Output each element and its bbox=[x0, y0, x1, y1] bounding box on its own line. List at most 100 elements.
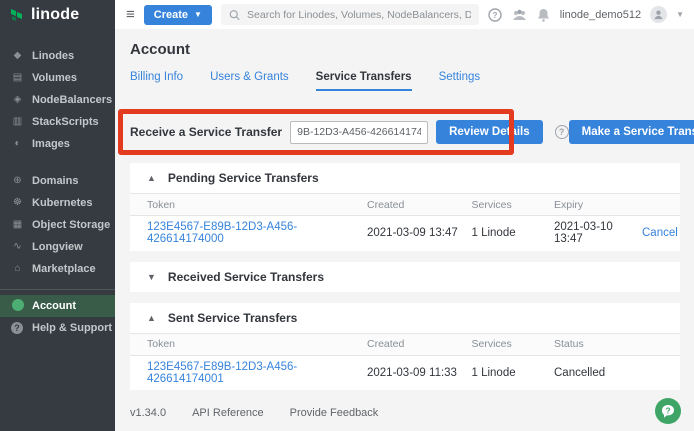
tab-users-grants[interactable]: Users & Grants bbox=[210, 71, 289, 91]
transfer-token-input[interactable] bbox=[290, 121, 428, 144]
sidebar: linode ◆ Linodes ▤ Volumes ◈ NodeBalance… bbox=[0, 0, 115, 431]
linode-cloud-manager: linode ◆ Linodes ▤ Volumes ◈ NodeBalance… bbox=[0, 0, 694, 431]
volumes-icon: ▤ bbox=[11, 73, 24, 83]
cancel-link[interactable]: Cancel bbox=[642, 227, 678, 239]
nodebalancers-icon: ◈ bbox=[11, 95, 24, 105]
help-icon[interactable]: ? bbox=[488, 7, 503, 22]
sidebar-item-label: Account bbox=[32, 300, 76, 312]
sidebar-item-marketplace[interactable]: ⌂ Marketplace bbox=[0, 258, 115, 280]
app-version: v1.34.0 bbox=[130, 407, 166, 419]
table-row: 123E4567-E89B-12D3-A456-426614174001 202… bbox=[130, 355, 680, 390]
sidebar-item-linodes[interactable]: ◆ Linodes bbox=[0, 45, 115, 67]
longview-icon: ∿ bbox=[11, 242, 24, 252]
account-tabs: Billing Info Users & Grants Service Tran… bbox=[130, 71, 680, 91]
expiry-cell: 2021-03-10 13:47 bbox=[548, 216, 636, 251]
sidebar-item-label: Kubernetes bbox=[32, 197, 93, 209]
nav-group-services: ⊕ Domains ☸ Kubernetes ▦ Object Storage … bbox=[0, 170, 115, 280]
chevron-down-icon[interactable]: ▼ bbox=[676, 10, 684, 19]
transfer-actions-row: Receive a Service Transfer Review Detail… bbox=[130, 120, 680, 144]
sidebar-item-label: Domains bbox=[32, 175, 78, 187]
sent-transfers-table: Token Created Services Status 123E4567-E… bbox=[130, 333, 680, 391]
svg-text:?: ? bbox=[493, 10, 498, 19]
section-title: Sent Service Transfers bbox=[168, 311, 297, 325]
stackscripts-icon: ▥ bbox=[11, 117, 24, 127]
account-page: Account Billing Info Users & Grants Serv… bbox=[115, 29, 694, 431]
provide-feedback-link[interactable]: Provide Feedback bbox=[290, 407, 379, 419]
table-header-row: Token Created Services Status bbox=[130, 333, 680, 355]
sidebar-item-nodebalancers[interactable]: ◈ NodeBalancers bbox=[0, 89, 115, 111]
support-chat-button[interactable]: ? bbox=[655, 398, 681, 424]
transfer-token-link[interactable]: 123E4567-E89B-12D3-A456-426614174001 bbox=[147, 361, 297, 385]
table-row: 123E4567-E89B-12D3-A456-426614174000 202… bbox=[130, 216, 680, 251]
sidebar-item-stackscripts[interactable]: ▥ StackScripts bbox=[0, 111, 115, 133]
column-header-created: Created bbox=[361, 333, 466, 355]
sidebar-item-object-storage[interactable]: ▦ Object Storage bbox=[0, 214, 115, 236]
services-cell: 1 Linode bbox=[466, 355, 549, 390]
chevron-up-icon: ▲ bbox=[147, 313, 156, 323]
column-header-token: Token bbox=[130, 194, 361, 216]
chevron-up-icon: ▲ bbox=[147, 173, 156, 183]
column-header-expiry: Expiry bbox=[548, 194, 636, 216]
api-reference-link[interactable]: API Reference bbox=[192, 407, 264, 419]
linode-logo[interactable]: linode bbox=[0, 0, 115, 30]
sidebar-item-label: Volumes bbox=[32, 72, 77, 84]
column-header-actions bbox=[636, 333, 680, 355]
search-input[interactable] bbox=[247, 9, 471, 21]
review-details-button[interactable]: Review Details bbox=[436, 120, 543, 144]
chat-help-icon: ? bbox=[660, 403, 676, 419]
sidebar-item-volumes[interactable]: ▤ Volumes bbox=[0, 67, 115, 89]
sidebar-item-help-support[interactable]: ? Help & Support bbox=[0, 317, 115, 339]
sidebar-item-images[interactable]: ◐ Images bbox=[0, 133, 115, 155]
object-storage-icon: ▦ bbox=[11, 220, 24, 230]
nav-group-compute: ◆ Linodes ▤ Volumes ◈ NodeBalancers ▥ St… bbox=[0, 45, 115, 155]
linodes-icon: ◆ bbox=[11, 51, 24, 61]
column-header-services: Services bbox=[466, 333, 549, 355]
sidebar-item-longview[interactable]: ∿ Longview bbox=[0, 236, 115, 258]
marketplace-icon: ⌂ bbox=[11, 264, 24, 274]
section-title: Received Service Transfers bbox=[168, 270, 324, 284]
create-button[interactable]: Create ▼ bbox=[144, 5, 212, 25]
pending-transfers-table: Token Created Services Expiry 123E4567-E… bbox=[130, 193, 680, 251]
receive-transfer-label: Receive a Service Transfer bbox=[130, 125, 282, 139]
received-transfers-header[interactable]: ▼ Received Service Transfers bbox=[130, 262, 680, 292]
chevron-down-icon: ▼ bbox=[194, 10, 202, 19]
username[interactable]: linode_demo512 bbox=[560, 9, 641, 21]
logo-text: linode bbox=[31, 6, 79, 24]
pending-transfers-header[interactable]: ▲ Pending Service Transfers bbox=[130, 163, 680, 193]
column-header-services: Services bbox=[466, 194, 549, 216]
receive-transfer-group: Receive a Service Transfer Review Detail… bbox=[130, 120, 569, 144]
svg-text:?: ? bbox=[665, 405, 670, 415]
domains-icon: ⊕ bbox=[11, 176, 24, 186]
account-icon bbox=[11, 299, 24, 314]
table-header-row: Token Created Services Expiry bbox=[130, 194, 680, 216]
community-icon[interactable] bbox=[512, 7, 527, 22]
sidebar-item-domains[interactable]: ⊕ Domains bbox=[0, 170, 115, 192]
sidebar-item-account[interactable]: Account bbox=[0, 295, 115, 317]
menu-icon[interactable]: ≡ bbox=[126, 7, 135, 22]
kubernetes-icon: ☸ bbox=[11, 198, 24, 208]
sidebar-item-label: Help & Support bbox=[32, 322, 112, 334]
make-service-transfer-button[interactable]: Make a Service Transfer bbox=[569, 120, 694, 144]
images-icon: ◐ bbox=[11, 139, 24, 149]
page-footer: v1.34.0 API Reference Provide Feedback bbox=[130, 407, 680, 419]
global-search[interactable] bbox=[221, 4, 479, 25]
column-header-actions bbox=[636, 194, 680, 216]
help-icon: ? bbox=[11, 322, 24, 334]
sidebar-item-label: NodeBalancers bbox=[32, 94, 112, 106]
tab-settings[interactable]: Settings bbox=[439, 71, 481, 91]
tab-service-transfers[interactable]: Service Transfers bbox=[316, 71, 412, 91]
sidebar-item-label: Marketplace bbox=[32, 263, 96, 275]
help-tooltip-icon[interactable]: ? bbox=[555, 125, 569, 139]
avatar[interactable] bbox=[650, 6, 667, 23]
nav-group-account: Account ? Help & Support bbox=[0, 289, 115, 339]
pending-transfers-card: ▲ Pending Service Transfers Token Create… bbox=[130, 163, 680, 251]
sidebar-item-label: Object Storage bbox=[32, 219, 110, 231]
transfer-token-link[interactable]: 123E4567-E89B-12D3-A456-426614174000 bbox=[147, 221, 297, 245]
sidebar-item-kubernetes[interactable]: ☸ Kubernetes bbox=[0, 192, 115, 214]
status-cell: Cancelled bbox=[548, 355, 636, 390]
sent-transfers-header[interactable]: ▲ Sent Service Transfers bbox=[130, 303, 680, 333]
sidebar-item-label: Longview bbox=[32, 241, 83, 253]
notifications-icon[interactable] bbox=[536, 7, 551, 22]
column-header-token: Token bbox=[130, 333, 361, 355]
tab-billing-info[interactable]: Billing Info bbox=[130, 71, 183, 91]
